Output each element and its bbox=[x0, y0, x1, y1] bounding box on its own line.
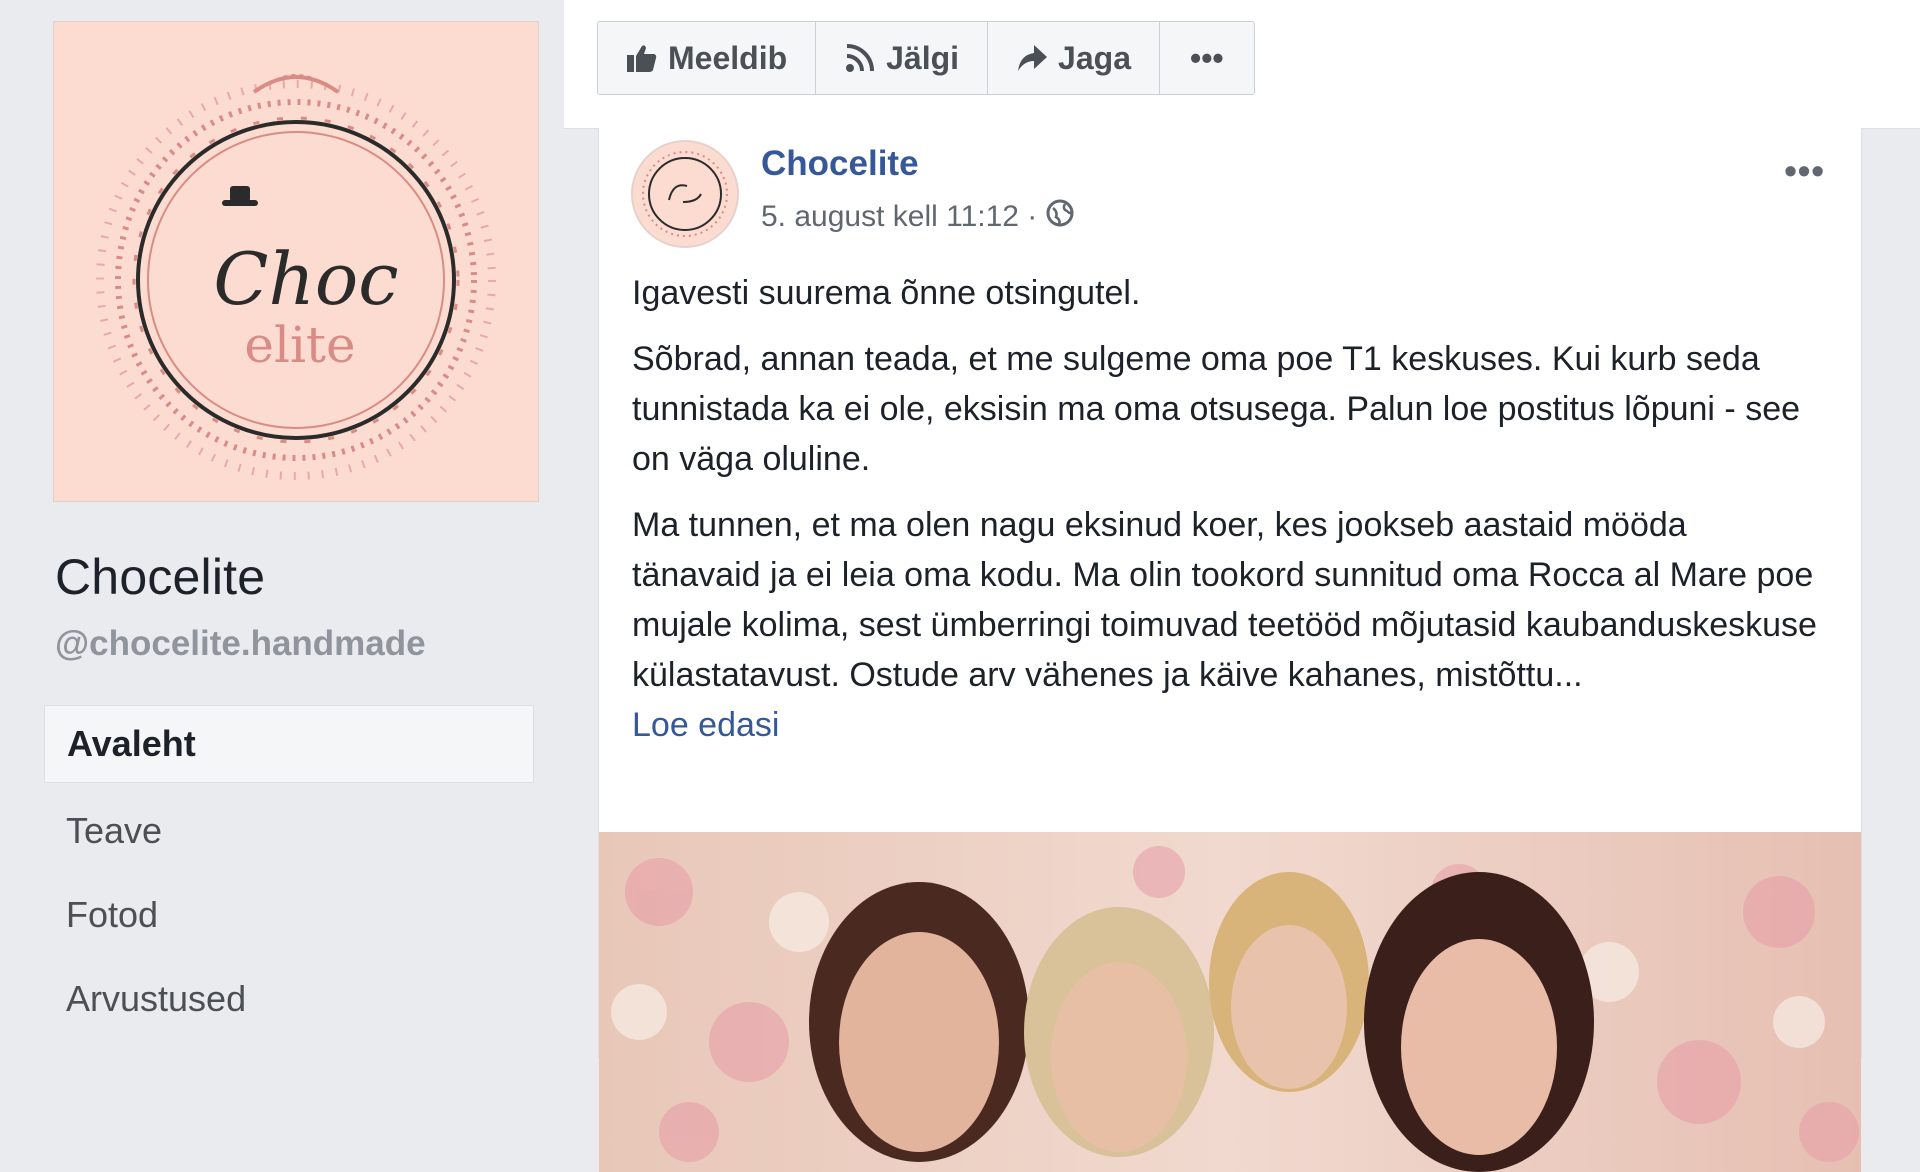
thumbs-up-icon bbox=[626, 43, 658, 73]
post-paragraph: Sõbrad, annan teada, et me sulgeme oma p… bbox=[632, 340, 1801, 478]
page-action-bar: Meeldib Jälgi Jaga ••• bbox=[564, 0, 1920, 129]
page-actions: Meeldib Jälgi Jaga ••• bbox=[597, 21, 1255, 95]
read-more-link[interactable]: Loe edasi bbox=[632, 700, 1822, 750]
more-dots-icon: ••• bbox=[1189, 39, 1224, 76]
like-button-label: Meeldib bbox=[668, 39, 788, 76]
sidebar-item-teave[interactable]: Teave bbox=[44, 789, 534, 873]
sidebar-item-fotod[interactable]: Fotod bbox=[44, 873, 534, 957]
share-button[interactable]: Jaga bbox=[988, 22, 1160, 94]
post-photo[interactable] bbox=[599, 832, 1861, 1172]
sidebar-item-avaleht[interactable]: Avaleht bbox=[44, 705, 534, 783]
sidebar-item-arvustused[interactable]: Arvustused bbox=[44, 957, 534, 1041]
logo-text-choc: Choc bbox=[213, 237, 398, 321]
page-handle[interactable]: @chocelite.handmade bbox=[55, 624, 426, 664]
post-paragraph: Igavesti suurema õnne otsingutel. bbox=[632, 274, 1141, 312]
share-arrow-icon bbox=[1016, 43, 1048, 73]
main-column: Meeldib Jälgi Jaga ••• Chocelite 5. augu… bbox=[564, 0, 1920, 1172]
sidebar-nav: Avaleht Teave Fotod Arvustused bbox=[44, 705, 534, 1041]
rss-icon bbox=[844, 42, 876, 74]
post-author[interactable]: Chocelite bbox=[761, 144, 919, 184]
more-actions-button[interactable]: ••• bbox=[1160, 22, 1254, 94]
post-card: Chocelite 5. august kell 11:12 · ••• Iga… bbox=[598, 128, 1862, 1172]
globe-icon[interactable] bbox=[1045, 198, 1075, 236]
post-body: Igavesti suurema õnne otsingutel. Sõbrad… bbox=[632, 268, 1822, 750]
post-meta: 5. august kell 11:12 · bbox=[761, 198, 1075, 236]
post-options-button[interactable]: ••• bbox=[1784, 150, 1825, 192]
page-title[interactable]: Chocelite bbox=[55, 548, 265, 606]
post-paragraph: Ma tunnen, et ma olen nagu eksinud koer,… bbox=[632, 506, 1817, 694]
profile-picture[interactable]: Choc elite bbox=[54, 22, 538, 501]
left-column: Choc elite Chocelite @chocelite.handmade… bbox=[0, 0, 564, 1044]
avatar[interactable] bbox=[631, 140, 739, 248]
logo-text-elite: elite bbox=[244, 316, 355, 374]
share-button-label: Jaga bbox=[1058, 39, 1131, 76]
like-button[interactable]: Meeldib bbox=[598, 22, 817, 94]
post-timestamp[interactable]: 5. august kell 11:12 · bbox=[761, 200, 1037, 234]
follow-button[interactable]: Jälgi bbox=[816, 22, 989, 94]
follow-button-label: Jälgi bbox=[886, 39, 960, 76]
chocelite-logo: Choc elite bbox=[96, 74, 496, 480]
